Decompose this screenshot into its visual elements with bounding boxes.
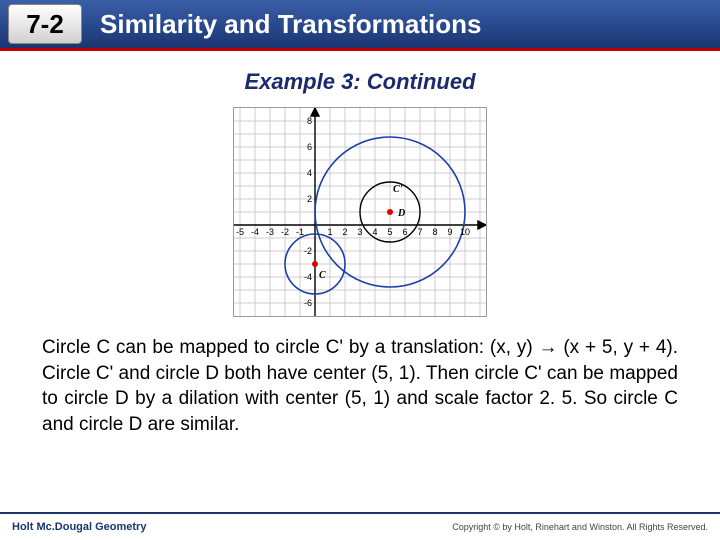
svg-text:C: C [319,270,326,281]
body-text: Circle C can be mapped to circle C' by a… [42,335,678,438]
svg-text:6: 6 [402,227,407,237]
footer-copyright: Copyright © by Holt, Rinehart and Winsto… [452,522,708,532]
example-title: Example 3: Continued [0,69,720,95]
svg-text:-4: -4 [251,227,259,237]
header: 7-2 Similarity and Transformations [0,0,720,51]
svg-text:C': C' [393,184,403,195]
svg-text:-5: -5 [236,227,244,237]
point-D [387,209,393,215]
svg-text:-3: -3 [266,227,274,237]
svg-text:6: 6 [307,142,312,152]
header-title: Similarity and Transformations [100,9,481,40]
svg-text:-1: -1 [296,227,304,237]
svg-text:9: 9 [447,227,452,237]
svg-text:D: D [397,208,405,219]
svg-text:4: 4 [307,168,312,178]
svg-text:1: 1 [327,227,332,237]
svg-text:2: 2 [342,227,347,237]
svg-text:-4: -4 [304,272,312,282]
x-tick-labels: -5 -4 -3 -2 -1 12345 6789 10 [236,227,470,237]
svg-text:8: 8 [307,116,312,126]
svg-text:3: 3 [357,227,362,237]
svg-text:2: 2 [307,194,312,204]
svg-text:-2: -2 [304,246,312,256]
lesson-badge: 7-2 [8,4,82,44]
svg-text:-6: -6 [304,298,312,308]
point-C [312,261,318,267]
coordinate-graph: -5-4-3-2-1 12345 678910 8642 -2-4-6 C' D… [233,107,487,317]
footer: Holt Mc.Dougal Geometry Copyright © by H… [0,512,720,540]
svg-text:7: 7 [417,227,422,237]
svg-text:5: 5 [387,227,392,237]
svg-text:8: 8 [432,227,437,237]
svg-text:10: 10 [460,227,470,237]
svg-text:4: 4 [372,227,377,237]
svg-text:-2: -2 [281,227,289,237]
footer-source: Holt Mc.Dougal Geometry [12,521,146,533]
graph-container: -5-4-3-2-1 12345 678910 8642 -2-4-6 C' D… [0,107,720,317]
